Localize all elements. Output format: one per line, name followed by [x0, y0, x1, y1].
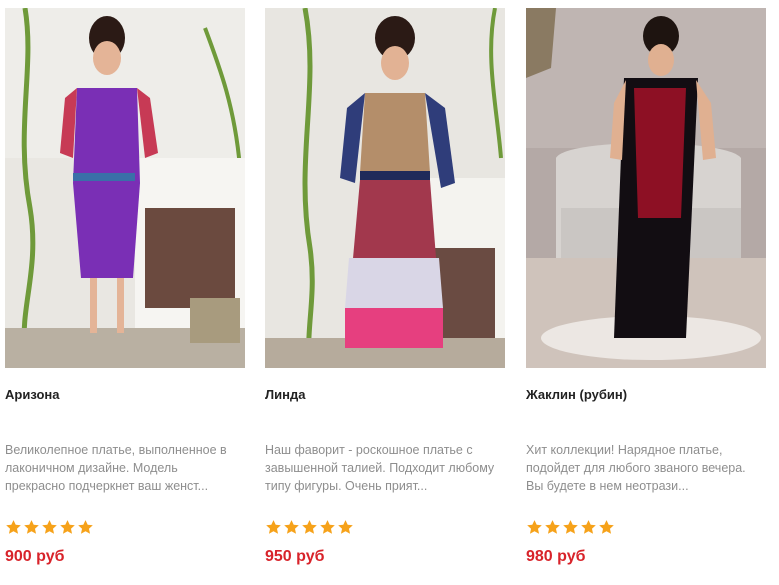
- star-icon: [24, 520, 39, 534]
- dress-photo-icon: [5, 8, 245, 368]
- product-card[interactable]: Жаклин (рубин) Хит коллекции! Нарядное п…: [526, 0, 767, 585]
- star-icon: [60, 520, 75, 534]
- product-image[interactable]: [265, 8, 505, 368]
- star-icon: [581, 520, 596, 534]
- product-card[interactable]: Аризона Великолепное платье, выполненное…: [5, 0, 246, 585]
- product-image[interactable]: [5, 8, 245, 368]
- product-name[interactable]: Жаклин (рубин): [526, 387, 627, 402]
- dress-photo-icon: [265, 8, 505, 368]
- product-name[interactable]: Линда: [265, 387, 305, 402]
- rating-stars: [5, 519, 94, 541]
- star-icon: [78, 520, 93, 534]
- product-description: Наш фаворит - роскошное платье с завышен…: [265, 443, 495, 493]
- product-card[interactable]: Линда Наш фаворит - роскошное платье с з…: [265, 0, 506, 585]
- star-icon: [338, 520, 353, 534]
- star-icon: [545, 520, 560, 534]
- star-icon: [266, 520, 281, 534]
- product-price: 900 руб: [5, 548, 65, 565]
- star-icon: [42, 520, 57, 534]
- star-icon: [527, 520, 542, 534]
- rating-stars: [265, 519, 354, 541]
- product-name[interactable]: Аризона: [5, 387, 59, 402]
- star-icon: [302, 520, 317, 534]
- dress-photo-icon: [526, 8, 766, 368]
- star-icon: [284, 520, 299, 534]
- star-icon: [320, 520, 335, 534]
- product-price: 980 руб: [526, 548, 586, 565]
- product-description: Хит коллекции! Нарядное платье, подойдет…: [526, 443, 746, 493]
- star-icon: [6, 520, 21, 534]
- rating-stars: [526, 519, 615, 541]
- product-price: 950 руб: [265, 548, 325, 565]
- product-description: Великолепное платье, выполненное в лакон…: [5, 443, 227, 493]
- star-icon: [563, 520, 578, 534]
- product-grid: Аризона Великолепное платье, выполненное…: [0, 0, 779, 585]
- product-image[interactable]: [526, 8, 766, 368]
- star-icon: [599, 520, 614, 534]
